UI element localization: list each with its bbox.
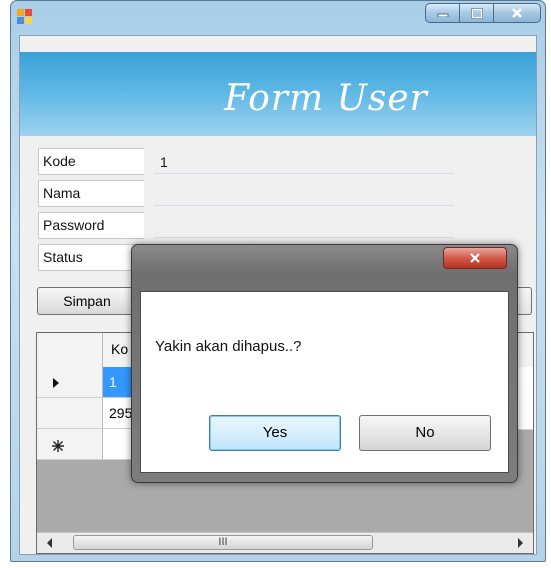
no-button[interactable]: No [359,415,491,451]
minimize-icon [437,13,448,17]
grid-column-header[interactable]: Ko [111,341,128,357]
nama-input[interactable] [154,182,454,206]
header-banner: Form User [20,52,536,136]
scroll-thumb[interactable]: III [73,535,373,550]
scroll-left-icon[interactable] [45,537,55,549]
new-row-asterisk-icon [52,440,64,452]
yes-button[interactable]: Yes [209,415,341,451]
form-title: Form User [224,78,428,119]
app-icon [17,9,33,25]
password-label: Password [38,212,144,239]
kode-label: Kode [38,148,144,175]
row-header[interactable] [37,398,103,429]
close-icon [470,253,480,263]
row-header[interactable] [37,429,103,460]
title-bar[interactable] [11,1,545,35]
dialog-close-button[interactable] [443,247,507,269]
close-button[interactable] [493,3,541,23]
nama-label: Nama [38,180,144,207]
table-cell[interactable] [517,398,533,430]
horizontal-scrollbar[interactable]: III [37,532,533,553]
kode-input[interactable]: 1 [154,150,454,174]
row-header[interactable] [37,367,103,398]
password-input[interactable] [154,214,454,238]
close-icon [512,8,522,18]
confirm-dialog: Yakin akan dihapus..? Yes No [131,244,518,483]
dialog-body: Yakin akan dihapus..? Yes No [140,291,509,473]
simpan-button[interactable]: Simpan [37,287,137,315]
minimize-button[interactable] [425,3,460,23]
grid-corner [37,333,103,367]
current-row-arrow-icon [53,378,59,388]
dialog-message: Yakin akan dihapus..? [155,338,302,355]
table-cell[interactable] [517,367,533,399]
maximize-button[interactable] [459,3,494,23]
maximize-icon [470,7,483,19]
scroll-right-icon[interactable] [515,537,525,549]
status-label: Status [38,244,144,271]
